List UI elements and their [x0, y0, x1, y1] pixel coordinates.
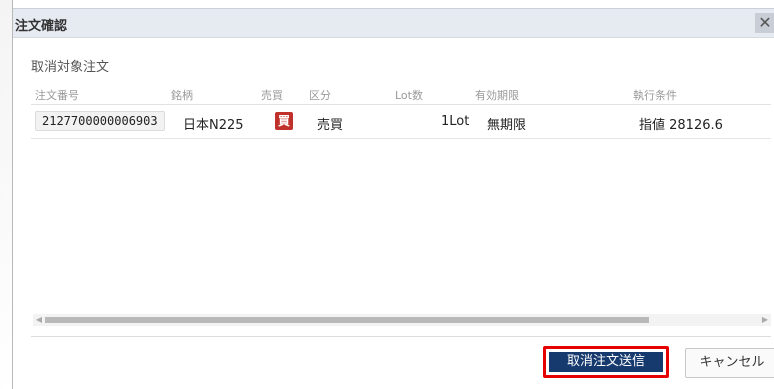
scroll-left-icon[interactable]: ◀ — [33, 314, 45, 326]
scrollbar-thumb[interactable] — [45, 317, 649, 323]
column-header-condition: 執行条件 — [633, 89, 677, 102]
table-row[interactable]: 2127700000006903 日本N225 買 売買 1Lot 無期限 指値… — [31, 106, 771, 139]
scroll-right-icon[interactable]: ▶ — [759, 314, 771, 326]
footer-divider — [31, 336, 771, 337]
horizontal-scrollbar[interactable]: ◀ ▶ — [33, 314, 771, 326]
column-header-lots: Lot数 — [395, 89, 423, 102]
column-header-order-no: 注文番号 — [35, 89, 79, 102]
column-header-symbol: 銘柄 — [171, 89, 193, 102]
section-title: 取消対象注文 — [31, 60, 110, 75]
submit-cancel-order-label: 取消注文送信 — [549, 352, 663, 372]
symbol-cell: 日本N225 — [183, 118, 244, 133]
column-header-side: 売買 — [261, 89, 283, 102]
close-icon[interactable]: ✕ — [755, 13, 774, 33]
lots-cell: 1Lot — [441, 114, 470, 129]
column-header-category: 区分 — [309, 89, 331, 102]
buy-badge: 買 — [275, 112, 293, 130]
table-header: 注文番号 銘柄 売買 区分 Lot数 有効期限 執行条件 — [31, 82, 771, 105]
submit-cancel-order-button[interactable]: 取消注文送信 — [543, 346, 669, 378]
order-number: 2127700000006903 — [35, 111, 165, 131]
dialog-title: 注文確認 — [15, 19, 68, 34]
condition-cell: 指値 28126.6 — [639, 118, 723, 133]
order-confirm-dialog: 注文確認 ✕ 取消対象注文 注文番号 銘柄 売買 区分 Lot数 有効期限 執行… — [12, 0, 774, 389]
dialog-titlebar: 注文確認 ✕ — [13, 8, 774, 38]
cancel-button[interactable]: キャンセル — [685, 348, 774, 378]
category-cell: 売買 — [317, 118, 344, 133]
column-header-expiry: 有効期限 — [475, 89, 519, 102]
expiry-cell: 無期限 — [487, 118, 527, 133]
